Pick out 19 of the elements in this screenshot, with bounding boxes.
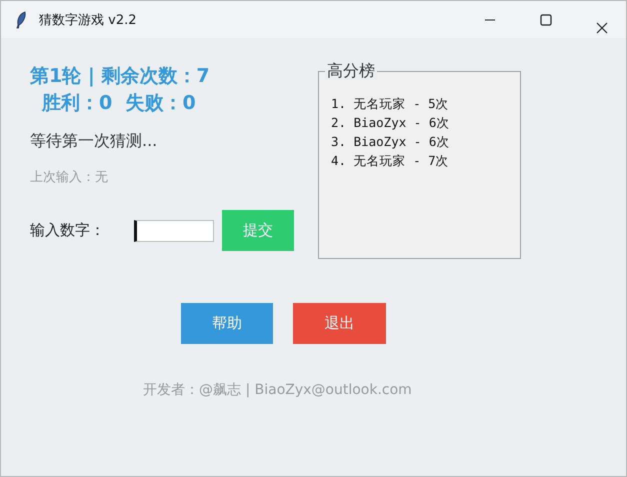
leaderboard-entry: 4. 无名玩家 - 7次 xyxy=(331,152,450,170)
help-button[interactable]: 帮助 xyxy=(181,303,273,344)
round-status: 第1轮 | 剩余次数：7 xyxy=(30,64,211,89)
score-status: 胜利：0 失败：0 xyxy=(40,91,197,116)
developer-credit: 开发者：@飙志 | BiaoZyx@outlook.com xyxy=(143,381,413,399)
leaderboard-entry: 3. BiaoZyx - 6次 xyxy=(331,133,450,151)
exit-button[interactable]: 退出 xyxy=(293,303,386,344)
leaderboard-entry: 2. BiaoZyx - 6次 xyxy=(331,114,450,132)
leaderboard-title: 高分榜 xyxy=(325,62,377,80)
window-title: 猜数字游戏 v2.2 xyxy=(39,12,136,28)
last-input-label: 上次输入：无 xyxy=(30,169,109,186)
submit-button[interactable]: 提交 xyxy=(222,210,294,251)
close-icon[interactable] xyxy=(596,22,608,34)
status-message: 等待第一次猜测... xyxy=(30,131,158,152)
maximize-icon[interactable] xyxy=(540,14,552,26)
number-field[interactable] xyxy=(134,220,214,242)
feather-icon xyxy=(15,10,27,28)
number-label: 输入数字： xyxy=(30,221,106,240)
leaderboard-entry: 1. 无名玩家 - 5次 xyxy=(331,95,450,113)
